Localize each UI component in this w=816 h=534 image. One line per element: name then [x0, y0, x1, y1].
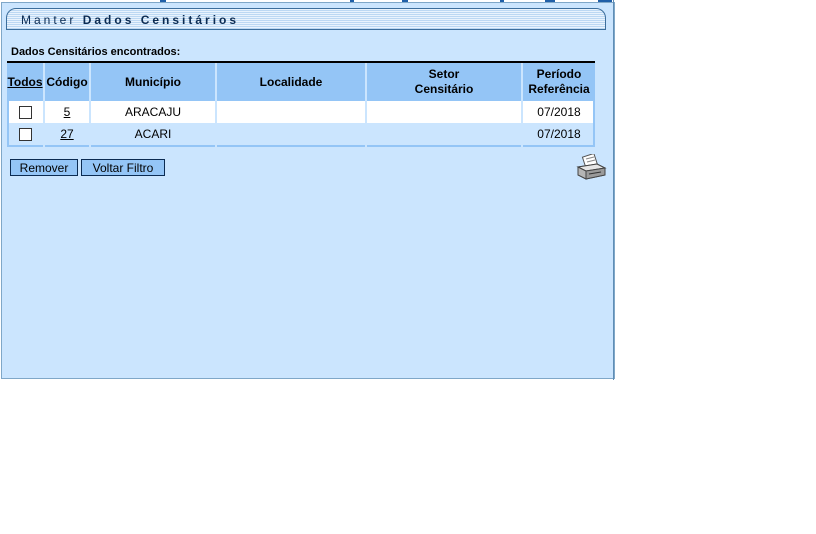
- column-separator: [89, 63, 91, 147]
- column-separator: [43, 63, 45, 147]
- column-separator: [521, 63, 523, 147]
- header-localidade: Localidade: [259, 74, 323, 89]
- printer-icon[interactable]: [575, 152, 607, 182]
- column-separator: [365, 63, 367, 147]
- page-title-bar: Manter Dados Censitários: [6, 8, 606, 30]
- header-setor-censitario: Setor Censitário: [414, 67, 474, 96]
- header-municipio: Município: [125, 74, 181, 89]
- row-localidade: [217, 123, 365, 145]
- main-panel: [1, 2, 615, 379]
- row-setor: [367, 101, 521, 123]
- header-periodo-referencia: Período Referência: [528, 67, 590, 96]
- row-localidade: [217, 101, 365, 123]
- row-municipio: ACARI: [134, 127, 172, 141]
- row-codigo-link[interactable]: 5: [64, 105, 71, 119]
- page-title: Manter Dados Censitários: [21, 13, 239, 27]
- results-label: Dados Censitários encontrados:: [11, 46, 181, 58]
- row-checkbox[interactable]: [18, 127, 32, 141]
- page-title-bold: Dados Censitários: [82, 13, 240, 27]
- column-separator: [215, 63, 217, 147]
- table-row: 5 ARACAJU 07/2018: [7, 101, 595, 123]
- remover-button[interactable]: Remover: [10, 159, 78, 176]
- table-right-border: [593, 101, 595, 147]
- row-divider: [7, 145, 595, 147]
- row-checkbox[interactable]: [18, 105, 32, 119]
- table-row: 27 ACARI 07/2018: [7, 123, 595, 145]
- table-left-border: [7, 101, 9, 147]
- panel-right-border: [613, 0, 614, 380]
- row-municipio: ARACAJU: [124, 105, 181, 119]
- row-setor: [367, 123, 521, 145]
- select-all-link[interactable]: Todos: [7, 63, 43, 101]
- page-title-prefix: Manter: [21, 13, 83, 27]
- row-periodo: 07/2018: [537, 105, 581, 119]
- row-periodo: 07/2018: [537, 127, 581, 141]
- header-codigo: Código: [46, 74, 88, 89]
- voltar-filtro-button[interactable]: Voltar Filtro: [81, 159, 165, 176]
- row-codigo-link[interactable]: 27: [60, 127, 73, 141]
